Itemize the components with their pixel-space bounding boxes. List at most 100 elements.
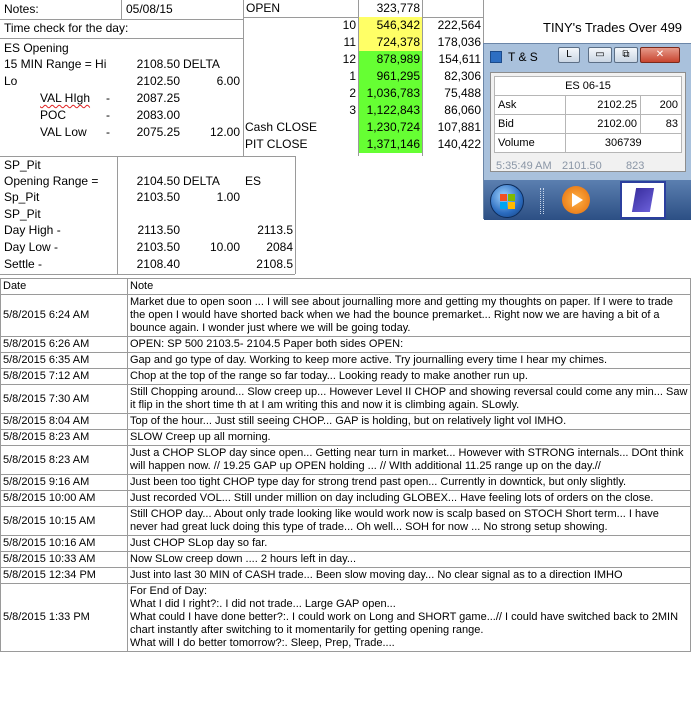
ts-ask-label: Ask bbox=[494, 95, 566, 115]
note-date-cell[interactable]: 5/8/2015 12:34 PM bbox=[0, 567, 128, 584]
ts-bid-price: 2102.00 bbox=[564, 114, 642, 134]
day-low-es: 2084 bbox=[266, 240, 293, 254]
table-row[interactable]: 5/8/2015 8:04 AM Top of the hour... Just … bbox=[0, 413, 691, 430]
start-button-icon[interactable] bbox=[490, 184, 524, 218]
ts-bid-size: 83 bbox=[640, 114, 682, 134]
note-text-cell[interactable]: Top of the hour... Just still seeing CHO… bbox=[127, 413, 691, 430]
val-high-value: 2087.25 bbox=[136, 91, 180, 105]
note-date-cell[interactable]: 5/8/2015 8:23 AM bbox=[0, 445, 128, 475]
table-row[interactable]: 5/8/2015 6:35 AM Gap and go type of day. … bbox=[0, 352, 691, 369]
note-text-cell[interactable]: Market due to open soon ... I will see a… bbox=[127, 294, 691, 337]
hour-label: 11 bbox=[343, 35, 356, 49]
poc-value: 2083.00 bbox=[136, 108, 180, 122]
table-row[interactable]: 5/8/2015 10:33 AM Now SLow creep down ...… bbox=[0, 551, 691, 568]
table-row[interactable]: 5/8/2015 7:12 AM Chop at the top of the r… bbox=[0, 368, 691, 385]
ts-last-time: 5:35:49 AM bbox=[496, 160, 552, 172]
cash-close-label: Cash CLOSE bbox=[245, 120, 318, 134]
table-row[interactable]: 5/8/2015 12:34 PM Just into last 30 MIN o… bbox=[0, 567, 691, 584]
note-date-cell[interactable]: 5/8/2015 6:26 AM bbox=[0, 336, 128, 353]
day-high-value: 2113.50 bbox=[137, 223, 181, 237]
time-and-sales-window[interactable]: T & S L ▭ ⧉ ✕ ES 06-15 Ask 2102.25 200 B… bbox=[483, 43, 691, 220]
ts-volume-value: 306739 bbox=[564, 133, 683, 153]
hour-volume-delta: 222,564 bbox=[437, 18, 481, 32]
tiny-trades-text: TINY's Trades Over 499 bbox=[543, 20, 683, 35]
ts-bid-label: Bid bbox=[494, 114, 566, 134]
note-text-cell[interactable]: Just been too tight CHOP type day for st… bbox=[127, 474, 691, 491]
note-text-cell[interactable]: Gap and go type of day. Working to keep … bbox=[127, 352, 691, 369]
table-row[interactable]: 5/8/2015 8:23 AM Just a CHOP SLOP day sin… bbox=[0, 445, 691, 475]
ts-symbol: ES 06-15 bbox=[494, 76, 682, 96]
val-high-label: VAL HIgh bbox=[40, 90, 90, 107]
note-date-cell[interactable]: 5/8/2015 10:00 AM bbox=[0, 490, 128, 507]
hour-volume: 878,989 bbox=[376, 52, 420, 66]
ts-link-button[interactable]: L bbox=[558, 47, 580, 63]
ts-window-title: T & S bbox=[508, 50, 538, 64]
table-row[interactable]: 5/8/2015 10:16 AM Just CHOP SLop day so f… bbox=[0, 535, 691, 552]
hour-volume: 724,378 bbox=[376, 35, 420, 49]
note-date-cell[interactable]: 5/8/2015 6:35 AM bbox=[0, 352, 128, 369]
range-label: 15 MIN Range = Hi bbox=[4, 57, 107, 71]
note-text-cell[interactable]: Just CHOP SLop day so far. bbox=[127, 535, 691, 552]
table-row[interactable]: 5/8/2015 10:00 AM Just recorded VOL... St… bbox=[0, 490, 691, 507]
table-row[interactable]: 5/8/2015 8:23 AM SLOW Creep up all mornin… bbox=[0, 429, 691, 446]
note-text-cell[interactable]: Just recorded VOL... Still under million… bbox=[127, 490, 691, 507]
tiny-trades-label: TINY's Trades Over 499 bbox=[543, 19, 682, 36]
sheet-date: 05/08/15 bbox=[126, 2, 173, 16]
sp-pit2-value: 2103.50 bbox=[136, 190, 180, 204]
ts-quote-table: ES 06-15 Ask 2102.25 200 Bid 2102.00 83 … bbox=[494, 76, 683, 153]
journal-notes-table: Date Note 5/8/2015 6:24 AM Market due to … bbox=[0, 278, 691, 652]
settle-value: 2108.40 bbox=[136, 257, 180, 271]
note-text-cell[interactable]: Just a CHOP SLOP day since open... Getti… bbox=[127, 445, 691, 475]
val-low-value: 2075.25 bbox=[136, 125, 180, 139]
note-text-cell[interactable]: Still CHOP day... About only trade looki… bbox=[127, 506, 691, 536]
note-text-cell[interactable]: Still Chopping around... Slow creep up..… bbox=[127, 384, 691, 414]
notes-header-row: Date Note bbox=[0, 278, 691, 295]
note-column-header: Note bbox=[127, 278, 691, 295]
note-date-cell[interactable]: 5/8/2015 10:16 AM bbox=[0, 535, 128, 552]
note-date-cell[interactable]: 5/8/2015 8:23 AM bbox=[0, 429, 128, 446]
note-text-cell[interactable]: For End of Day: What I did I right?:. I … bbox=[127, 583, 691, 652]
opening-range-value: 2104.50 bbox=[136, 174, 180, 188]
taskbar bbox=[484, 180, 691, 220]
table-row[interactable]: 5/8/2015 6:24 AM Market due to open soon … bbox=[0, 294, 691, 337]
note-date-cell[interactable]: 5/8/2015 10:33 AM bbox=[0, 551, 128, 568]
taskbar-app-icon[interactable] bbox=[620, 181, 666, 219]
range-hi-value: 2108.50 bbox=[136, 57, 180, 71]
minimize-icon[interactable]: ▭ bbox=[588, 47, 612, 63]
val-low-delta: 12.00 bbox=[209, 125, 240, 139]
open-value: 323,778 bbox=[376, 1, 420, 15]
hour-volume-delta: 75,488 bbox=[444, 86, 481, 100]
table-row[interactable]: 5/8/2015 7:30 AM Still Chopping around...… bbox=[0, 384, 691, 414]
close-icon[interactable]: ✕ bbox=[640, 47, 680, 63]
note-date-cell[interactable]: 5/8/2015 7:12 AM bbox=[0, 368, 128, 385]
table-row[interactable]: 5/8/2015 1:33 PM For End of Day: What I d… bbox=[0, 583, 691, 652]
table-row[interactable]: 5/8/2015 10:15 AM Still CHOP day... About… bbox=[0, 506, 691, 536]
note-date-cell[interactable]: 5/8/2015 9:16 AM bbox=[0, 474, 128, 491]
note-text-cell[interactable]: OPEN: SP 500 2103.5- 2104.5 Paper both s… bbox=[127, 336, 691, 353]
sp-pit2-delta: 1.00 bbox=[216, 190, 240, 204]
settle-es: 2108.5 bbox=[256, 257, 293, 271]
val-high-dash: - bbox=[106, 91, 110, 105]
taskbar-grip bbox=[540, 188, 544, 214]
note-date-cell[interactable]: 5/8/2015 6:24 AM bbox=[0, 294, 128, 337]
note-date-cell[interactable]: 5/8/2015 7:30 AM bbox=[0, 384, 128, 414]
note-text-cell[interactable]: Now SLow creep down .... 2 hours left in… bbox=[127, 551, 691, 568]
table-row[interactable]: 5/8/2015 6:26 AM OPEN: SP 500 2103.5- 210… bbox=[0, 336, 691, 353]
note-date-cell[interactable]: 5/8/2015 8:04 AM bbox=[0, 413, 128, 430]
note-text-cell[interactable]: Just into last 30 MIN of CASH trade... B… bbox=[127, 567, 691, 584]
ts-ask-size: 200 bbox=[640, 95, 682, 115]
note-text-cell[interactable]: SLOW Creep up all morning. bbox=[127, 429, 691, 446]
delta-value: 6.00 bbox=[216, 74, 240, 88]
es-label: ES bbox=[245, 174, 262, 188]
note-date-cell[interactable]: 5/8/2015 1:33 PM bbox=[0, 583, 128, 652]
note-date-cell[interactable]: 5/8/2015 10:15 AM bbox=[0, 506, 128, 536]
hour-volume-delta: 178,036 bbox=[437, 35, 481, 49]
day-high-es: 2113.5 bbox=[257, 223, 293, 237]
maximize-icon[interactable]: ⧉ bbox=[614, 47, 638, 63]
note-text-cell[interactable]: Chop at the top of the range so far toda… bbox=[127, 368, 691, 385]
table-row[interactable]: 5/8/2015 9:16 AM Just been too tight CHOP… bbox=[0, 474, 691, 491]
media-player-icon[interactable] bbox=[562, 186, 590, 214]
day-high-label: Day High - bbox=[4, 223, 61, 237]
hour-volume: 546,342 bbox=[376, 18, 420, 32]
hour-label: 10 bbox=[342, 18, 356, 32]
